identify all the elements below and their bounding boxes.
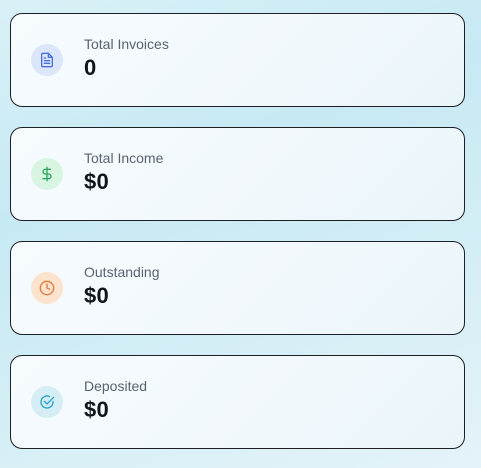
clock-icon (39, 280, 55, 296)
document-icon (41, 52, 53, 68)
stat-label: Total Invoices (84, 35, 169, 52)
stat-label: Total Income (84, 149, 164, 166)
stat-text: Deposited $0 (84, 378, 147, 423)
stats-list: Total Invoices 0 Total Income $0 Outstan… (10, 13, 465, 449)
stat-text: Total Invoices 0 (84, 36, 169, 81)
check-circle-icon (40, 395, 55, 409)
icon-badge (31, 44, 63, 76)
stat-value: $0 (84, 168, 110, 194)
stat-text: Outstanding $0 (84, 264, 160, 309)
icon-badge (31, 158, 63, 190)
stat-text: Total Income $0 (84, 150, 163, 195)
stat-card-outstanding: Outstanding $0 (10, 241, 465, 335)
stat-card-deposited: Deposited $0 (10, 355, 465, 449)
stat-label: Deposited (84, 377, 148, 394)
stat-value: $0 (84, 396, 110, 422)
icon-badge (31, 386, 63, 418)
stat-value: $0 (84, 282, 110, 308)
stat-value: 0 (84, 54, 97, 80)
stat-card-total-income: Total Income $0 (10, 127, 465, 221)
stat-card-total-invoices: Total Invoices 0 (10, 13, 465, 107)
stat-label: Outstanding (84, 263, 160, 280)
icon-badge (31, 272, 63, 304)
dollar-icon (42, 166, 52, 182)
